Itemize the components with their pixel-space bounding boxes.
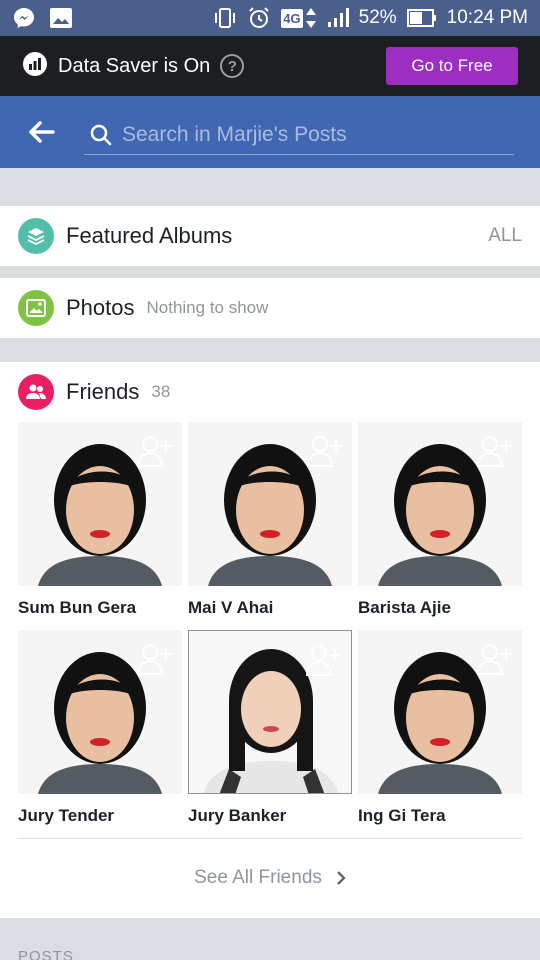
4g-icon: 4G — [281, 7, 316, 29]
friends-count: 38 — [151, 382, 171, 401]
friend-photo — [358, 630, 522, 794]
data-saver-bar: Data Saver is On ? Go to Free — [0, 36, 540, 96]
friends-icon — [18, 374, 54, 410]
friends-card: Friends 38 Sum Bun Gera Mai V Ahai Baris… — [0, 362, 540, 918]
messenger-icon — [12, 6, 36, 30]
friend-name[interactable]: Sum Bun Gera — [18, 586, 182, 630]
friends-title: Friends — [66, 379, 140, 404]
friend-photo — [18, 422, 182, 586]
add-friend-icon[interactable] — [476, 434, 514, 473]
add-friend-icon[interactable] — [306, 434, 344, 473]
friend-name[interactable]: Jury Tender — [18, 794, 182, 838]
chevron-right-icon — [337, 871, 346, 885]
alarm-icon — [247, 6, 271, 30]
status-bar: 4G 52% 10:24 PM — [0, 0, 540, 36]
photos-title: Photos — [66, 295, 135, 320]
photo-icon — [18, 290, 54, 326]
friends-header[interactable]: Friends 38 — [0, 362, 540, 422]
back-arrow-icon — [29, 121, 55, 143]
image-icon — [50, 8, 72, 28]
add-friend-icon[interactable] — [136, 642, 174, 681]
header — [0, 96, 540, 168]
search-icon — [90, 124, 112, 145]
friend-tile[interactable]: Ing Gi Tera — [358, 630, 522, 838]
friend-tile[interactable]: Sum Bun Gera — [18, 422, 182, 630]
friend-photo — [18, 630, 182, 794]
photos-status: Nothing to show — [146, 298, 269, 317]
back-button[interactable] — [0, 96, 84, 168]
data-saver-label: Data Saver is On — [58, 54, 211, 77]
search-input[interactable] — [122, 122, 492, 147]
help-icon[interactable]: ? — [220, 54, 245, 78]
see-all-friends-link[interactable]: See All Friends — [0, 839, 540, 917]
friend-tile[interactable]: Mai V Ahai — [188, 422, 352, 630]
photos-card[interactable]: Photos Nothing to show — [0, 278, 540, 338]
add-friend-icon[interactable] — [136, 434, 174, 473]
featured-albums-card[interactable]: Featured Albums ALL — [0, 206, 540, 266]
friend-tile[interactable]: Barista Ajie — [358, 422, 522, 630]
network-label: 4G — [281, 8, 303, 28]
friend-name[interactable]: Jury Banker — [188, 794, 352, 838]
posts-section-label: POSTS — [18, 948, 74, 960]
friend-name[interactable]: Barista Ajie — [358, 586, 522, 630]
add-friend-icon[interactable] — [305, 643, 343, 682]
friend-tile[interactable]: Jury Tender — [18, 630, 182, 838]
go-to-free-button[interactable]: Go to Free — [386, 47, 518, 85]
clock: 10:24 PM — [446, 7, 528, 28]
friends-grid: Sum Bun Gera Mai V Ahai Barista Ajie Jur… — [0, 422, 540, 838]
friend-name[interactable]: Ing Gi Tera — [358, 794, 522, 838]
see-all-friends-label: See All Friends — [194, 867, 322, 888]
friend-photo — [188, 422, 352, 586]
friend-tile[interactable]: Jury Banker — [188, 630, 352, 838]
friend-name[interactable]: Mai V Ahai — [188, 586, 352, 630]
friend-photo — [358, 422, 522, 586]
battery-percent: 52% — [358, 7, 397, 28]
vibrate-icon — [213, 7, 237, 29]
friend-photo — [188, 630, 352, 794]
add-friend-icon[interactable] — [476, 642, 514, 681]
layers-icon — [18, 218, 54, 254]
signal-icon — [327, 8, 349, 28]
data-saver-icon — [22, 51, 48, 82]
battery-icon — [406, 8, 437, 28]
search-bar — [84, 115, 514, 155]
featured-albums-title: Featured Albums — [66, 223, 233, 248]
all-albums-link[interactable]: ALL — [488, 225, 522, 247]
